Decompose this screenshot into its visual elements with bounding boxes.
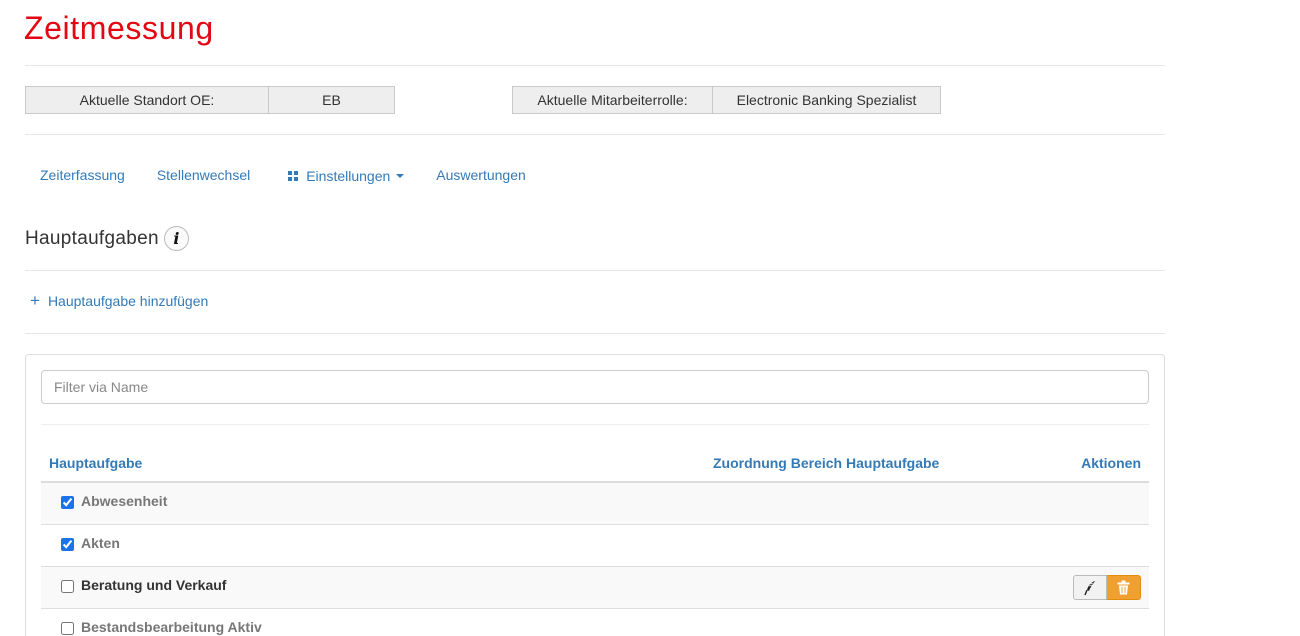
table-header: Hauptaufgabe Zuordnung Bereich Hauptaufg…	[41, 449, 1149, 483]
plus-icon: +	[30, 291, 40, 310]
trash-icon	[1117, 580, 1130, 595]
nav-einstellungen-dropdown[interactable]: Einstellungen	[288, 168, 405, 184]
table-row: Abwesenheit	[41, 483, 1149, 525]
row-actions	[1073, 575, 1141, 600]
main-nav: Zeiterfassung Stellenwechsel Einstellung…	[24, 165, 526, 185]
edit-button[interactable]	[1073, 575, 1107, 600]
divider	[25, 134, 1165, 135]
rolle-label: Aktuelle Mitarbeiterrolle:	[537, 92, 688, 108]
row-name: Abwesenheit	[81, 493, 168, 509]
caret-down-icon	[396, 174, 405, 178]
filter-input[interactable]	[41, 370, 1149, 404]
row-name: Beratung und Verkauf	[81, 577, 227, 593]
row-name: Akten	[81, 535, 120, 551]
row-checkbox[interactable]	[61, 496, 74, 509]
nav-stellenwechsel[interactable]: Stellenwechsel	[157, 167, 250, 183]
section-heading: Hauptaufgaben i	[25, 226, 189, 251]
add-hauptaufgabe-button[interactable]: + Hauptaufgabe hinzufügen	[30, 292, 208, 309]
table-row: Beratung und Verkauf	[41, 567, 1149, 609]
row-checkbox[interactable]	[61, 538, 74, 551]
delete-button[interactable]	[1107, 575, 1141, 600]
divider	[41, 424, 1149, 425]
divider	[25, 270, 1165, 271]
divider	[25, 333, 1165, 334]
nav-auswertungen[interactable]: Auswertungen	[436, 167, 526, 183]
grid-icon	[288, 171, 299, 181]
table-row: Bestandsbearbeitung Aktiv	[41, 609, 1149, 636]
info-icon[interactable]: i	[163, 226, 189, 251]
standort-info: Aktuelle Standort OE: EB	[25, 86, 395, 114]
nav-zeiterfassung[interactable]: Zeiterfassung	[40, 167, 125, 183]
row-checkbox[interactable]	[61, 622, 74, 635]
standort-label: Aktuelle Standort OE:	[79, 92, 215, 108]
section-heading-text: Hauptaufgaben	[25, 227, 159, 249]
column-header-hauptaufgabe[interactable]: Hauptaufgabe	[49, 455, 142, 471]
column-header-aktionen: Aktionen	[1081, 455, 1141, 471]
standort-value: EB	[268, 87, 394, 113]
divider	[25, 65, 1165, 66]
table-row: Akten	[41, 525, 1149, 567]
rolle-value: Electronic Banking Spezialist	[712, 87, 940, 113]
add-hauptaufgabe-label: Hauptaufgabe hinzufügen	[47, 292, 209, 309]
column-header-zuordnung[interactable]: Zuordnung Bereich Hauptaufgabe	[713, 455, 939, 471]
rolle-info: Aktuelle Mitarbeiterrolle: Electronic Ba…	[512, 86, 941, 114]
nav-einstellungen-label: Einstellungen	[306, 168, 391, 184]
feather-edit-icon	[1084, 580, 1095, 595]
hauptaufgaben-panel: Hauptaufgabe Zuordnung Bereich Hauptaufg…	[25, 354, 1165, 636]
page-title: Zeitmessung	[24, 10, 214, 46]
row-checkbox[interactable]	[61, 580, 74, 593]
row-name: Bestandsbearbeitung Aktiv	[81, 619, 262, 635]
